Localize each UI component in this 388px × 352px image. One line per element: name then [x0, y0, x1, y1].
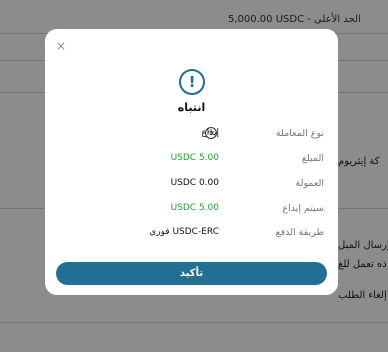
confirmation-dialog: × ! انتباه نوع المعاملة + إيداع المبلغ U… [45, 29, 338, 295]
detail-row-fee: العمولة USDC 0.00 [45, 178, 338, 194]
detail-value: USDC-ERC فوري [149, 227, 219, 237]
detail-row-payment-method: طريقة الدفع USDC-ERC فوري [45, 227, 338, 243]
detail-row-transaction-type: نوع المعاملة + إيداع [45, 127, 338, 144]
close-icon[interactable]: × [54, 39, 68, 53]
detail-label: طريقة الدفع [275, 227, 324, 238]
detail-value: إيداع [201, 128, 219, 138]
detail-row-deposit-amount: سيتم إيداع USDC 5.00 [45, 203, 338, 219]
detail-row-amount: المبلغ USDC 5.00 [45, 153, 338, 169]
detail-value: USDC 5.00 [170, 203, 219, 213]
exclamation-icon: ! [179, 69, 205, 95]
detail-label: المبلغ [301, 153, 324, 164]
detail-label: العمولة [295, 178, 324, 189]
detail-label: سيتم إيداع [282, 203, 324, 214]
detail-value: USDC 0.00 [170, 178, 219, 188]
detail-label: نوع المعاملة [275, 128, 324, 139]
confirm-button[interactable]: تأكيد [56, 262, 327, 285]
dialog-title: انتباه [177, 101, 206, 114]
detail-value: USDC 5.00 [170, 153, 219, 163]
